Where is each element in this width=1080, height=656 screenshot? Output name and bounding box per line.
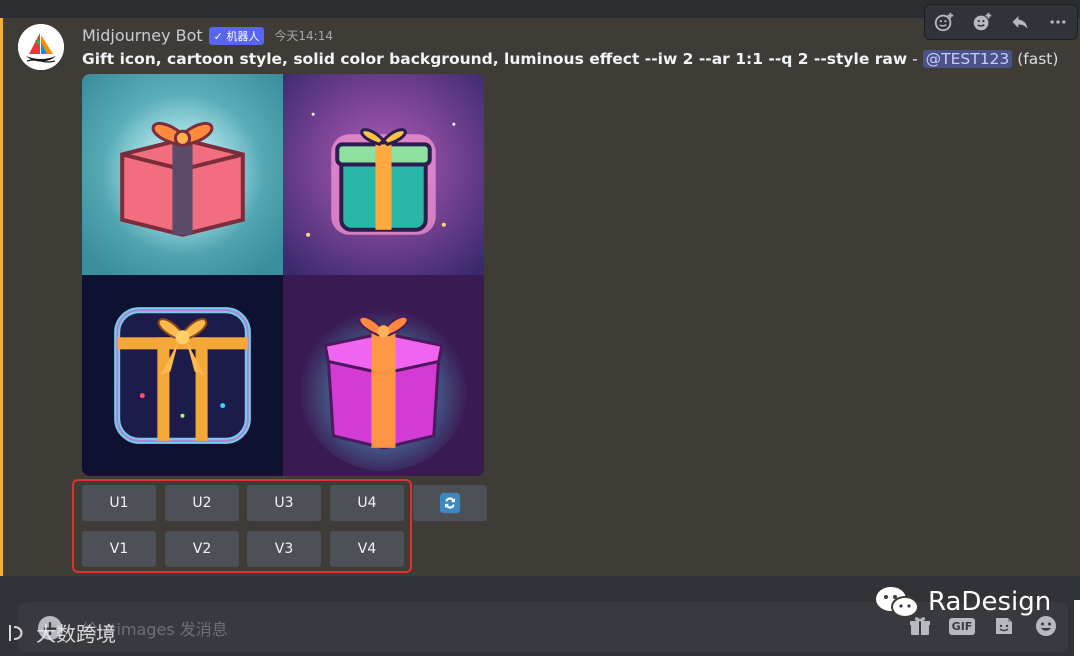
reroll-button[interactable] bbox=[413, 485, 487, 521]
watermark-left: 大数跨境 bbox=[6, 618, 116, 647]
gift-image-3 bbox=[82, 275, 283, 476]
wechat-icon bbox=[876, 587, 919, 618]
speed-label: (fast) bbox=[1017, 50, 1059, 68]
user-mention[interactable]: @TEST123 bbox=[922, 50, 1013, 68]
gift-image-4 bbox=[283, 275, 484, 476]
image-3[interactable] bbox=[82, 275, 283, 476]
mention-highlight-bar bbox=[0, 18, 3, 576]
reply-icon[interactable] bbox=[1008, 10, 1032, 34]
top-strip bbox=[0, 0, 1080, 18]
gif-label: GIF bbox=[948, 617, 976, 635]
watermark-right: RaDesign bbox=[874, 584, 1051, 620]
midjourney-logo-icon bbox=[18, 24, 64, 70]
annotation-highlight-box bbox=[72, 479, 412, 573]
username[interactable]: Midjourney Bot bbox=[82, 26, 203, 45]
avatar[interactable] bbox=[18, 24, 64, 70]
add-reaction-icon[interactable] bbox=[932, 10, 956, 34]
watermark-left-text: 大数跨境 bbox=[36, 622, 116, 646]
super-reaction-icon[interactable] bbox=[970, 10, 994, 34]
image-2[interactable] bbox=[283, 74, 484, 275]
edge-strip bbox=[1074, 600, 1080, 656]
message-header: Midjourney Bot ✓ 机器人 今天14:14 bbox=[82, 26, 333, 45]
timestamp: 今天14:14 bbox=[274, 29, 333, 43]
image-grid[interactable] bbox=[82, 74, 484, 476]
image-4[interactable] bbox=[283, 275, 484, 476]
prompt-text: Gift icon, cartoon style, solid color ba… bbox=[82, 50, 908, 68]
prompt-separator: - bbox=[907, 50, 923, 68]
bot-badge: ✓ 机器人 bbox=[208, 26, 265, 45]
more-options-icon[interactable] bbox=[1046, 10, 1070, 34]
gift-image-2 bbox=[283, 74, 484, 275]
image-1[interactable] bbox=[82, 74, 283, 275]
refresh-icon bbox=[439, 492, 461, 514]
watermark-right-text: RaDesign bbox=[928, 587, 1052, 617]
watermark-logo-icon bbox=[9, 624, 23, 641]
message-hover-toolbar bbox=[924, 4, 1078, 40]
prompt-line: Gift icon, cartoon style, solid color ba… bbox=[82, 48, 1058, 70]
gift-image-1 bbox=[82, 74, 283, 275]
